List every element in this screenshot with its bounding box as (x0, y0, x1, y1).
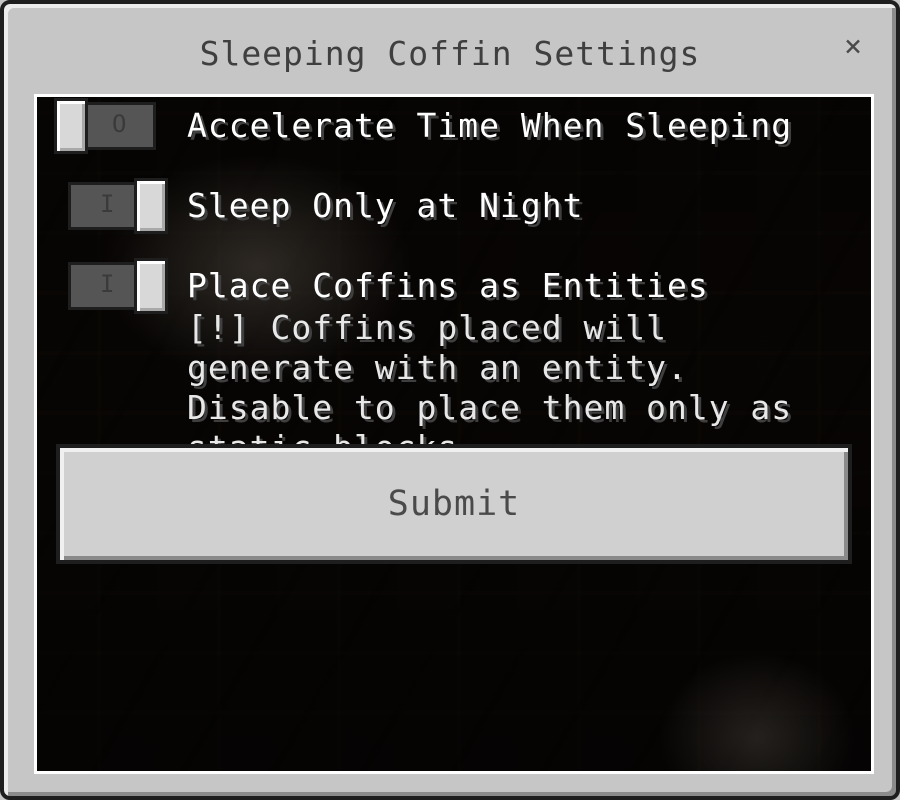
close-icon[interactable]: × (844, 32, 862, 62)
toggle-knob (54, 98, 88, 154)
toggle-sleep-only-night[interactable]: I (68, 178, 168, 234)
toggle-on-indicator: I (100, 270, 115, 298)
submit-button[interactable]: Submit (56, 444, 852, 564)
dialog-title: Sleeping Coffin Settings (199, 34, 701, 73)
setting-label-sleep-only-night: Sleep Only at Night (187, 186, 584, 225)
toggle-knob (134, 178, 168, 234)
toggle-off-indicator: O (112, 110, 127, 138)
setting-label-place-coffins-entities: Place Coffins as Entities (187, 266, 709, 305)
settings-dialog: Sleeping Coffin Settings × O Accelerate … (0, 0, 900, 800)
toggle-place-coffins-entities[interactable]: I (68, 258, 168, 314)
toggle-knob (134, 258, 168, 314)
toggle-on-indicator: I (100, 190, 115, 218)
setting-label-accelerate-time: Accelerate Time When Sleeping (187, 106, 793, 145)
toggle-accelerate-time[interactable]: O (54, 98, 156, 154)
